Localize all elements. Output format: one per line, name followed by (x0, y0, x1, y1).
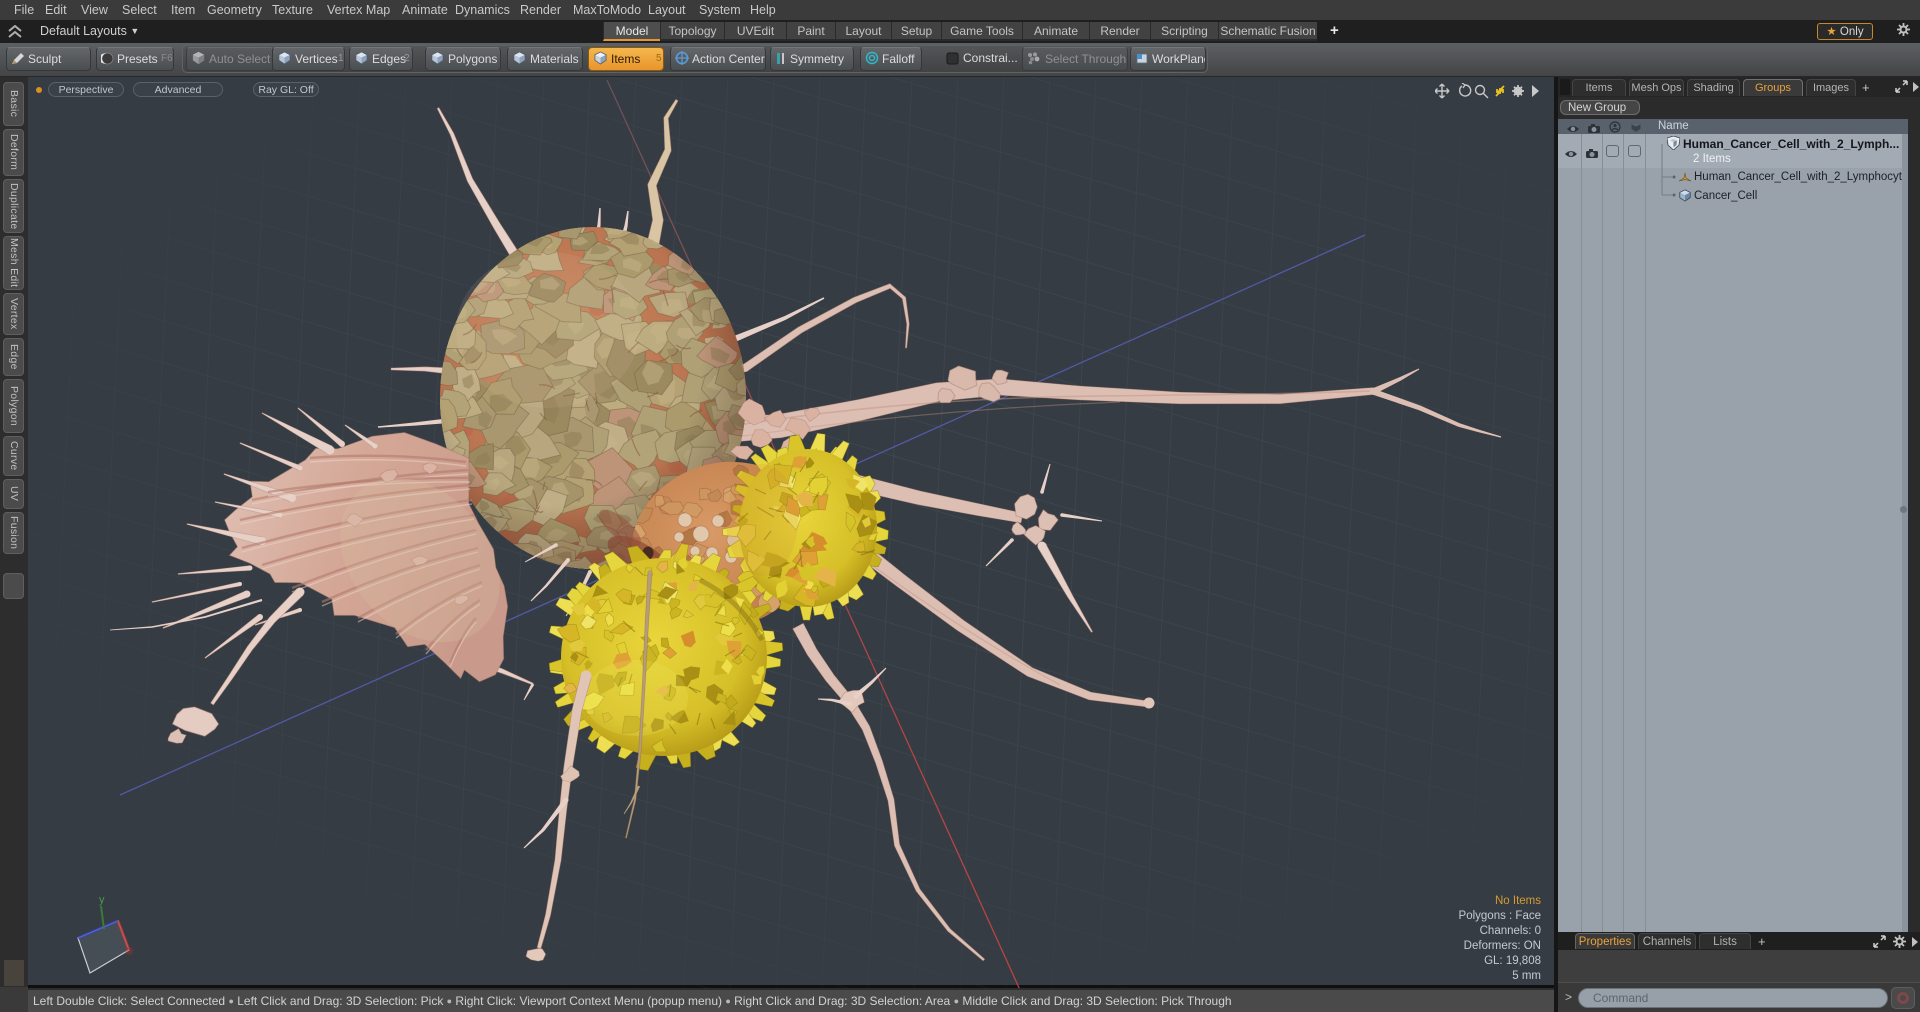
svg-text:Channels: 0: Channels: 0 (1480, 925, 1541, 937)
svg-text:Deformers: ON: Deformers: ON (1464, 940, 1541, 952)
svg-text:Polygons : Face: Polygons : Face (1459, 910, 1541, 922)
svg-text:y: y (99, 894, 105, 906)
svg-text:No Items: No Items (1495, 895, 1541, 907)
svg-text:5 mm: 5 mm (1512, 970, 1541, 982)
svg-text:GL: 19,808: GL: 19,808 (1484, 955, 1541, 967)
